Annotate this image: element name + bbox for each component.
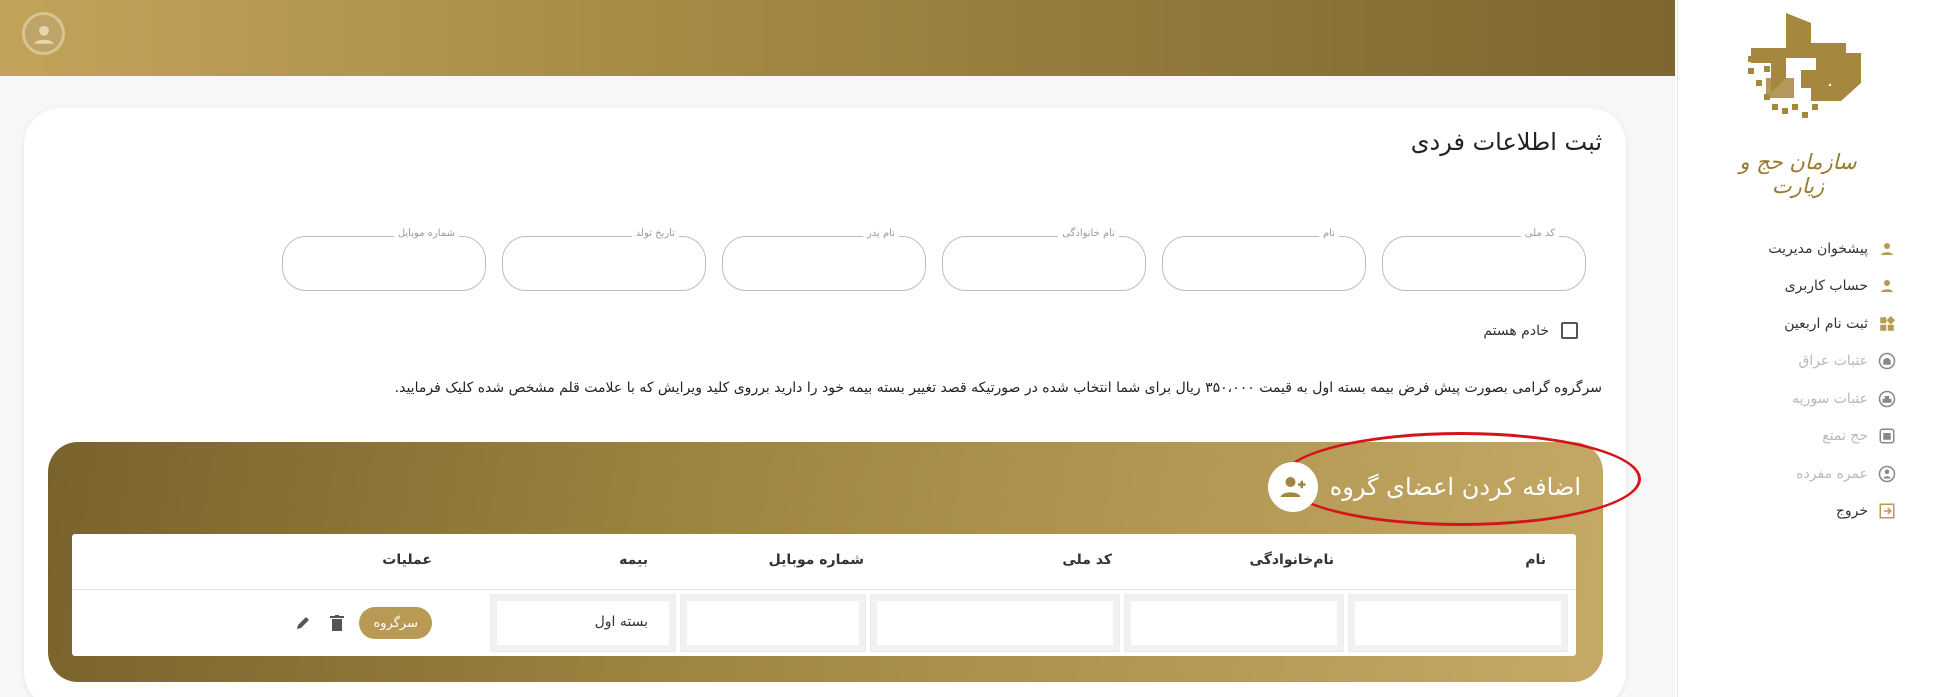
sidebar-item-tamattu[interactable]: حج تمتع: [1696, 418, 1896, 456]
insurance-cell: [490, 594, 676, 652]
field-label: شماره موبایل: [393, 228, 459, 239]
trash-icon: [330, 615, 344, 631]
sidebar-item-label: پیشخوان مدیریت: [1768, 240, 1868, 257]
field-label: تاریخ تولد: [631, 228, 679, 239]
sidebar-item-label: حج تمتع: [1822, 428, 1868, 445]
column-header-operations: عملیات: [382, 552, 432, 568]
umrah-icon: [1878, 465, 1896, 483]
group-panel-header: اضافه کردن اعضای گروه: [1267, 462, 1581, 512]
delete-button[interactable]: [328, 614, 346, 632]
group-members-table: نام نام‌خانوادگی کد ملی شماره موبایل بیم…: [72, 534, 1576, 656]
mosque-icon: [1878, 352, 1896, 370]
servant-checkbox-label: خادم هستم: [1483, 322, 1549, 339]
sidebar-item-label: حساب کاربری: [1784, 278, 1868, 295]
sidebar-item-label: خروج: [1835, 503, 1868, 520]
sidebar-item-label: عتبات سوریه: [1792, 390, 1868, 407]
logout-icon: [1878, 502, 1896, 520]
sidebar-item-label: ثبت نام اربعین: [1784, 315, 1868, 332]
edit-button[interactable]: [294, 614, 312, 632]
first-name-field[interactable]: نام: [1162, 228, 1366, 291]
mosque-icon: [1878, 390, 1896, 408]
national-code-cell[interactable]: [870, 594, 1120, 652]
user-icon: [1878, 240, 1896, 258]
sidebar-item-account[interactable]: حساب کاربری: [1696, 268, 1896, 306]
insurance-package: بسته اول: [594, 614, 648, 630]
servant-checkbox-row: خادم هستم: [1483, 322, 1578, 339]
national-code-field[interactable]: کد ملی: [1382, 228, 1586, 291]
column-header-insurance: بیمه: [619, 552, 648, 568]
user-avatar[interactable]: [22, 12, 65, 55]
last-name-cell[interactable]: [1124, 594, 1344, 652]
servant-checkbox[interactable]: [1561, 322, 1578, 339]
kaaba-icon: [1878, 427, 1896, 445]
user-icon: [1878, 277, 1896, 295]
add-member-button[interactable]: [1267, 462, 1318, 512]
sidebar-item-dashboard[interactable]: پیشخوان مدیریت: [1696, 230, 1896, 268]
last-name-field[interactable]: نام خانوادگی: [942, 228, 1146, 291]
column-header-first-name: نام: [1525, 552, 1546, 568]
field-label: کد ملی: [1520, 228, 1559, 239]
insurance-notice: سرگروه گرامی بصورت پیش فرض بیمه بسته اول…: [394, 380, 1602, 396]
page-title: ثبت اطلاعات فردی: [1410, 128, 1602, 156]
personal-info-fields: کد ملی نام نام خانوادگی نام پدر تاریخ تو…: [282, 228, 1586, 291]
group-members-panel: اضافه کردن اعضای گروه نام نام‌خانوادگی ک…: [48, 432, 1641, 682]
sidebar-menu: پیشخوان مدیریت حساب کاربری ثبت نام اربعی…: [1696, 230, 1896, 530]
field-label: نام پدر: [862, 228, 899, 239]
sidebar-item-arbaeen[interactable]: ثبت نام اربعین: [1696, 305, 1896, 343]
add-user-icon: [1280, 477, 1306, 497]
field-label: نام: [1318, 228, 1339, 239]
column-header-last-name: نام‌خانوادگی: [1249, 552, 1334, 568]
sidebar-item-label: عتبات عراق: [1798, 353, 1868, 370]
sidebar-item-umrah[interactable]: عمره مفرده: [1696, 455, 1896, 493]
group-panel-title: اضافه کردن اعضای گروه: [1329, 473, 1581, 501]
sidebar-item-label: عمره مفرده: [1796, 465, 1868, 482]
mobile-number-field[interactable]: شماره موبایل: [282, 228, 486, 291]
pencil-icon: [297, 617, 309, 629]
sidebar-item-syria[interactable]: عتبات سوریه: [1696, 380, 1896, 418]
field-label: نام خانوادگی: [1058, 228, 1119, 239]
birth-date-field[interactable]: تاریخ تولد: [502, 228, 706, 291]
first-name-cell[interactable]: [1348, 594, 1568, 652]
top-header: [0, 0, 1675, 76]
leader-badge[interactable]: سرگروه: [359, 607, 432, 639]
sidebar: سازمان حج و زیارت پیشخوان مدیریت حساب کا…: [1677, 0, 1942, 697]
user-avatar-icon: [33, 25, 54, 44]
column-header-mobile: شماره موبایل: [768, 552, 864, 568]
organization-name: سازمان حج و زیارت: [1739, 150, 1857, 198]
mobile-cell[interactable]: [680, 594, 866, 652]
sidebar-item-iraq[interactable]: عتبات عراق: [1696, 343, 1896, 381]
column-header-national-code: کد ملی: [1062, 552, 1112, 568]
father-name-field[interactable]: نام پدر: [722, 228, 926, 291]
table-header: نام نام‌خانوادگی کد ملی شماره موبایل بیم…: [72, 534, 1576, 590]
sidebar-item-logout[interactable]: خروج: [1696, 493, 1896, 531]
grid-icon: [1878, 315, 1896, 333]
table-row: بسته اول سرگروه: [72, 590, 1576, 656]
